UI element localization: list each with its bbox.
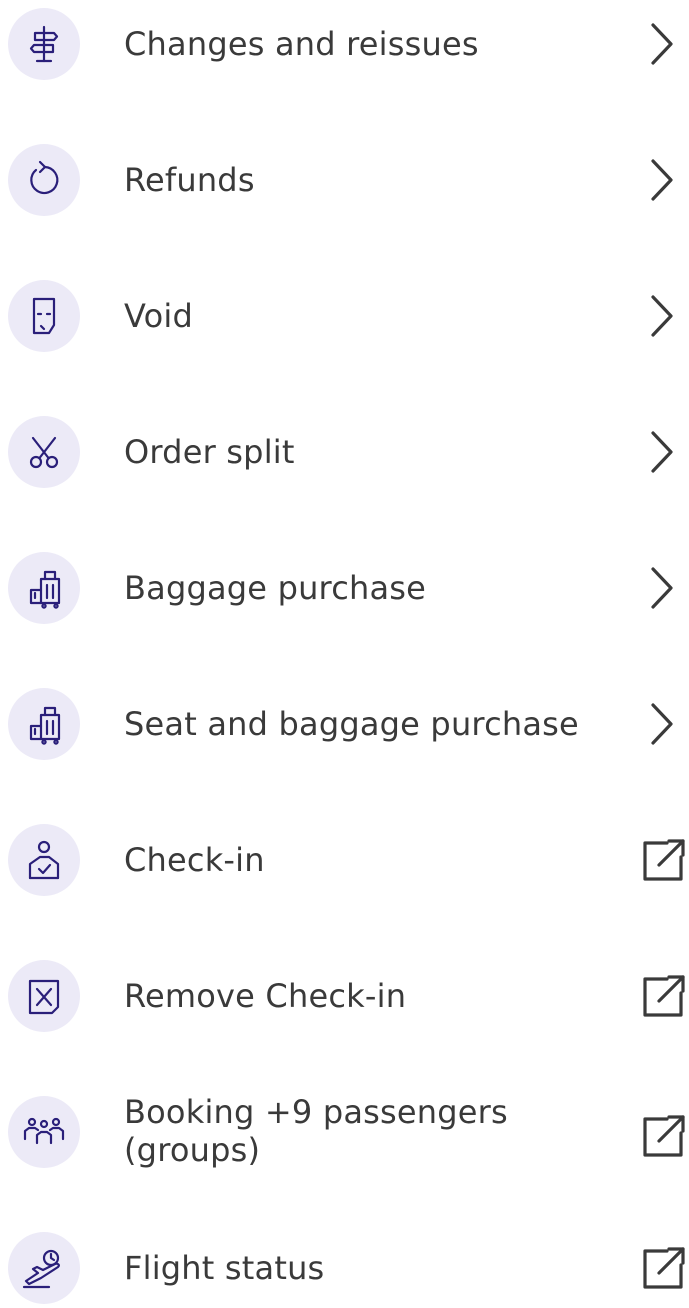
menu-item-check-in[interactable]: Check-in [0, 824, 689, 896]
person-check-icon [8, 824, 80, 896]
menu-item-flight-status[interactable]: Flight status [0, 1232, 689, 1304]
menu-item-label: Baggage purchase [124, 569, 427, 607]
menu-item-label: Flight status [124, 1249, 325, 1287]
menu-item-label: Void [124, 297, 193, 335]
menu-item-baggage-purchase[interactable]: Baggage purchase [0, 552, 689, 624]
menu-item-booking-groups[interactable]: Booking +9 passengers (groups) [0, 1093, 689, 1176]
menu-item-seat-and-baggage-purchase[interactable]: Seat and baggage purchase [0, 688, 689, 760]
flight-status-icon [8, 1232, 80, 1304]
menu-item-label: Remove Check-in [124, 977, 407, 1015]
external-link-icon [639, 835, 689, 885]
refund-arrow-icon [8, 144, 80, 216]
external-link-icon [639, 1243, 689, 1293]
external-link-icon [639, 1111, 689, 1161]
chevron-right-icon [639, 155, 689, 205]
void-document-icon [8, 280, 80, 352]
chevron-right-icon [639, 427, 689, 477]
menu-item-changes-and-reissues[interactable]: Changes and reissues [0, 8, 689, 80]
external-link-icon [639, 971, 689, 1021]
menu-item-void[interactable]: Void [0, 280, 689, 352]
menu-item-label: Seat and baggage purchase [124, 705, 579, 743]
menu-item-remove-check-in[interactable]: Remove Check-in [0, 960, 689, 1032]
menu-item-label: Check-in [124, 841, 265, 879]
chevron-right-icon [639, 291, 689, 341]
luggage-icon [8, 688, 80, 760]
chevron-right-icon [639, 563, 689, 613]
menu-item-order-split[interactable]: Order split [0, 416, 689, 488]
services-menu: Changes and reissues Refunds Void Order … [0, 0, 689, 1308]
menu-item-label: Order split [124, 433, 295, 471]
remove-checkin-icon [8, 960, 80, 1032]
menu-item-label: Booking +9 passengers (groups) [124, 1093, 508, 1169]
menu-item-label: Refunds [124, 161, 255, 199]
chevron-right-icon [639, 19, 689, 69]
scissors-icon [8, 416, 80, 488]
menu-item-label: Changes and reissues [124, 25, 479, 63]
signpost-icon [8, 8, 80, 80]
group-icon [8, 1096, 80, 1168]
menu-item-refunds[interactable]: Refunds [0, 144, 689, 216]
chevron-right-icon [639, 699, 689, 749]
luggage-icon [8, 552, 80, 624]
